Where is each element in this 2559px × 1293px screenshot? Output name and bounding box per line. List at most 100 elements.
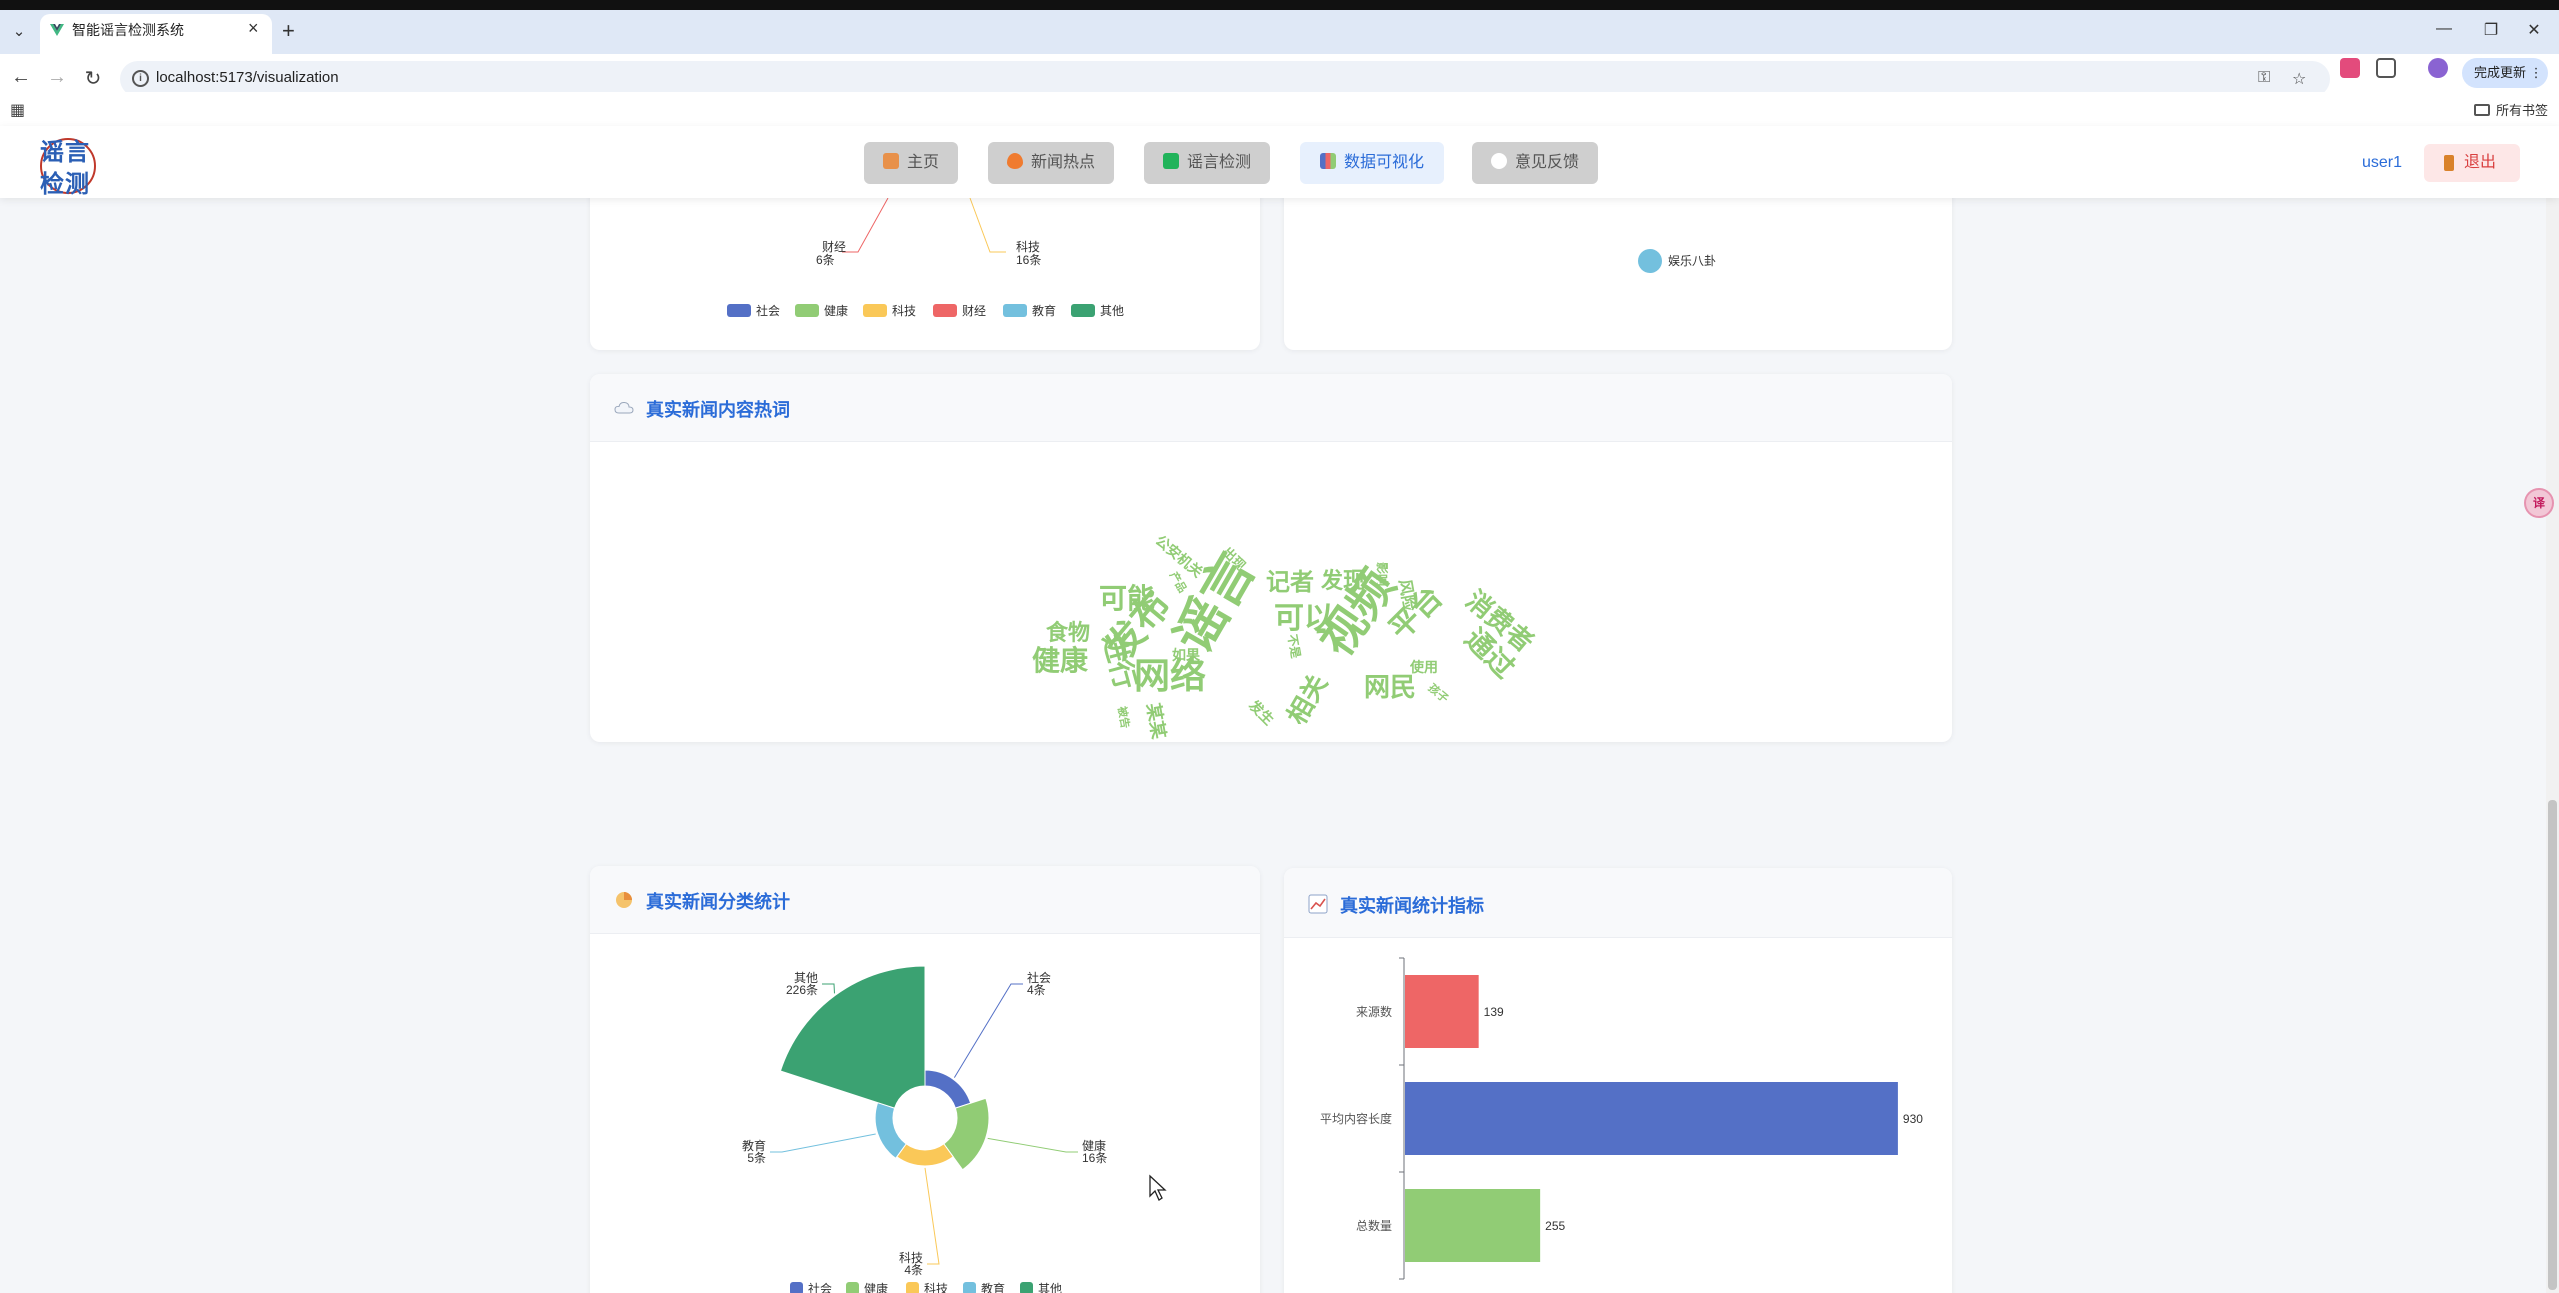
legend-swatch[interactable] xyxy=(1071,304,1095,317)
door-icon xyxy=(2444,155,2454,171)
wordcloud-word[interactable]: 使用 xyxy=(1409,659,1438,675)
browser-tab[interactable]: 智能谣言检测系统 × xyxy=(40,14,272,54)
translate-extension-icon[interactable] xyxy=(2340,58,2360,78)
rose-legend-swatch[interactable] xyxy=(790,1282,803,1293)
bar[interactable] xyxy=(1405,975,1479,1048)
card-stats-indicators: 真实新闻统计指标 来源数 139 平均内容长度 930 总数量 255 xyxy=(1284,868,1952,1293)
wordcloud-word[interactable]: 可能 xyxy=(1099,583,1155,614)
wordcloud-word[interactable]: 健康 xyxy=(1032,644,1089,676)
forward-icon[interactable]: → xyxy=(44,66,70,89)
tab-search-icon[interactable]: ⌄ xyxy=(8,18,30,46)
rose-slice[interactable] xyxy=(874,1101,907,1160)
wordcloud-word[interactable]: 网民 xyxy=(1364,672,1416,702)
category-rose-chart: 社会4条健康16条科技4条教育5条其他226条社会 健康 科技 教育 其他 xyxy=(742,965,1107,1293)
wordcloud-word[interactable]: 产品 xyxy=(1167,569,1190,595)
legend-swatch[interactable] xyxy=(727,304,751,317)
wordcloud-word[interactable]: 被告 xyxy=(1115,705,1133,729)
wordcloud-word[interactable]: 如果 xyxy=(1172,647,1201,663)
bar-category-label: 来源数 xyxy=(1356,1004,1392,1019)
bar-value-label: 255 xyxy=(1545,1219,1565,1233)
wordcloud-word[interactable]: 孩子 xyxy=(1426,681,1452,706)
rose-legend-label[interactable]: 科技 xyxy=(924,1282,948,1293)
close-window-icon[interactable]: ✕ xyxy=(2514,20,2554,40)
wordcloud-word[interactable]: 影响 xyxy=(1375,562,1390,586)
translate-float-icon[interactable]: 译 xyxy=(2524,488,2554,518)
back-icon[interactable]: ← xyxy=(8,66,34,89)
nav-feedback-label: 意见反馈 xyxy=(1514,154,1579,171)
bar[interactable] xyxy=(1405,1082,1898,1155)
wordcloud-word[interactable]: 不是 xyxy=(1285,633,1303,660)
check-icon xyxy=(1162,153,1179,169)
bubble-label-entertainment: 娱乐八卦 xyxy=(1668,254,1716,268)
legend-swatch[interactable] xyxy=(863,304,887,317)
nav-feedback[interactable]: 意见反馈 xyxy=(1472,142,1598,184)
legend-swatch[interactable] xyxy=(933,304,957,317)
bar-category-label: 总数量 xyxy=(1356,1218,1392,1233)
bookmark-star-icon[interactable]: ☆ xyxy=(2292,69,2306,89)
new-tab-icon[interactable]: + xyxy=(282,18,295,44)
reload-icon[interactable]: ↻ xyxy=(80,66,106,91)
rose-legend-swatch[interactable] xyxy=(1020,1282,1033,1293)
cloud-icon xyxy=(614,401,634,414)
wordcloud-chart: 谣言 视频发布网络进行健康可能食物记者 发现可以 平台 消费者通过网民相关如果公安机关出… xyxy=(1032,532,1539,741)
rose-legend-swatch[interactable] xyxy=(846,1282,859,1293)
wordcloud-word[interactable]: 发现 xyxy=(1320,568,1365,593)
logout-button[interactable]: 退出 xyxy=(2424,144,2520,182)
legend-label[interactable]: 健康 xyxy=(824,303,848,318)
restore-icon[interactable]: ❐ xyxy=(2471,20,2511,40)
legend-swatch[interactable] xyxy=(1003,304,1027,317)
legend-label[interactable]: 其他 xyxy=(1100,304,1124,318)
category-title: 真实新闻分类统计 xyxy=(646,892,790,912)
rose-slice[interactable] xyxy=(896,1143,954,1167)
rose-legend-label[interactable]: 健康 xyxy=(864,1281,888,1293)
rose-leader-line xyxy=(822,983,835,994)
stats-title: 真实新闻统计指标 xyxy=(1340,896,1484,916)
rose-legend-swatch[interactable] xyxy=(963,1282,976,1293)
profile-avatar-icon[interactable] xyxy=(2428,58,2448,78)
bar[interactable] xyxy=(1405,1189,1541,1262)
page-scrollbar-thumb[interactable] xyxy=(2548,800,2557,1290)
legend-swatch[interactable] xyxy=(795,304,819,317)
rose-legend-label[interactable]: 教育 xyxy=(981,1281,1005,1293)
rose-legend-swatch[interactable] xyxy=(906,1282,919,1293)
legend-label[interactable]: 社会 xyxy=(756,303,780,318)
site-info-icon[interactable]: i xyxy=(132,70,149,87)
wordcloud-word[interactable]: 相关 xyxy=(1281,669,1333,729)
minimize-icon[interactable]: — xyxy=(2424,20,2464,38)
rose-legend-label[interactable]: 其他 xyxy=(1038,1282,1062,1293)
folder-icon xyxy=(2474,104,2490,116)
all-bookmarks-label: 所有书签 xyxy=(2496,103,2549,118)
rose-slice[interactable] xyxy=(924,1069,972,1109)
update-button[interactable]: 完成更新 ⋮ xyxy=(2462,58,2548,88)
all-bookmarks[interactable]: 所有书签 xyxy=(2474,100,2548,119)
trend-chart-icon xyxy=(1308,894,1328,914)
nav-news-hotspots[interactable]: 新闻热点 xyxy=(988,142,1114,184)
wordcloud-word[interactable]: 发生 xyxy=(1245,696,1277,728)
rose-legend-label[interactable]: 社会 xyxy=(808,1281,832,1293)
wordcloud-word[interactable]: 记者 xyxy=(1266,568,1314,596)
bar-category-label: 平均内容长度 xyxy=(1320,1111,1392,1126)
nav-home-label: 主页 xyxy=(906,154,939,171)
wordcloud-title: 真实新闻内容热词 xyxy=(646,400,790,420)
url-text[interactable]: localhost:5173/visualization xyxy=(156,69,339,86)
tab-close-icon[interactable]: × xyxy=(248,18,259,39)
nav-rumor-detection[interactable]: 谣言检测 xyxy=(1144,142,1270,184)
legend-label[interactable]: 科技 xyxy=(892,304,916,318)
password-key-icon[interactable]: ⚿ xyxy=(2258,69,2270,87)
legend-label[interactable]: 财经 xyxy=(962,304,986,318)
app-header: 谣言 检测 主页 新闻热点 谣言检测 数据可视化 意见反馈 user1 退出 xyxy=(0,126,2559,198)
bar-value-label: 930 xyxy=(1903,1112,1923,1126)
wordcloud-word[interactable]: 可以 xyxy=(1274,602,1334,635)
username[interactable]: user1 xyxy=(2362,154,2402,172)
top-left-legend[interactable]: 社会 健康 科技 财经 教育 其他 xyxy=(727,303,1124,318)
wordcloud-word[interactable]: 食物 xyxy=(1046,620,1090,645)
mouse-cursor-icon xyxy=(1149,1174,1167,1201)
wordcloud-word[interactable]: 某某 xyxy=(1143,701,1170,741)
extensions-puzzle-icon[interactable] xyxy=(2376,58,2396,78)
bubble-entertainment[interactable] xyxy=(1638,249,1662,273)
nav-home[interactable]: 主页 xyxy=(864,142,958,184)
legend-label[interactable]: 教育 xyxy=(1032,303,1056,318)
logo[interactable]: 谣言 检测 xyxy=(38,134,100,198)
nav-data-visualization[interactable]: 数据可视化 xyxy=(1300,142,1444,184)
apps-grid-icon[interactable]: ▦ xyxy=(10,100,25,120)
